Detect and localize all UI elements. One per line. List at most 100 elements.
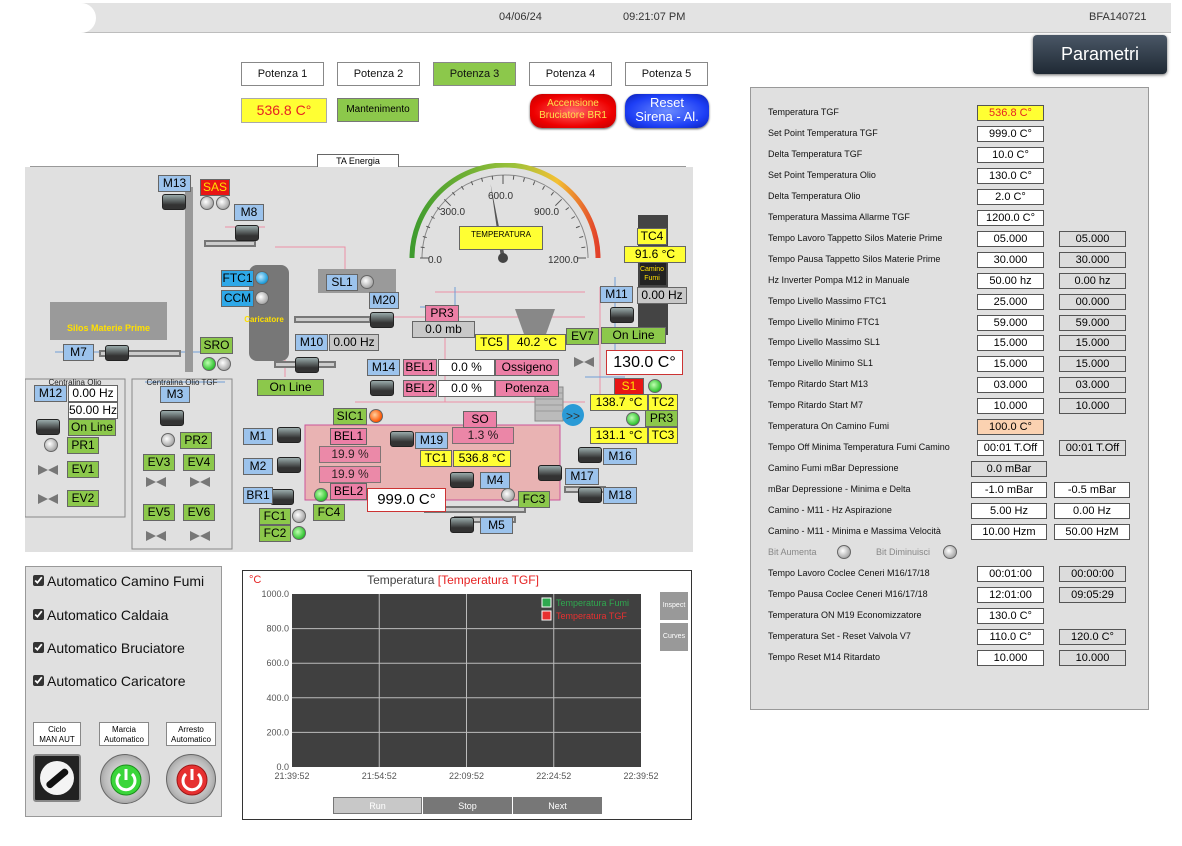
label-ev6: EV6 — [183, 504, 215, 521]
checkbox-camino-fumi[interactable]: Automatico Camino Fumi — [33, 573, 204, 589]
checkbox-caricatore[interactable]: Automatico Caricatore — [33, 673, 186, 689]
reset-sirena-button[interactable]: Reset Sirena - Al. — [625, 94, 709, 128]
motor-m7-icon[interactable] — [105, 345, 129, 361]
motor-m13-icon[interactable] — [162, 194, 186, 210]
gauge-tick-mark — [542, 185, 545, 190]
parametri-value1-9[interactable]: 25.000 — [977, 293, 1044, 310]
motor-m10-icon[interactable] — [295, 357, 319, 373]
label-tc5: TC5 — [475, 334, 508, 351]
parametri-value1-8[interactable]: 50.00 hz — [977, 272, 1044, 289]
parametri-value1-4[interactable]: 2.0 C° — [977, 188, 1044, 205]
motor-m14-icon[interactable] — [370, 380, 394, 396]
parametri2-value1-2[interactable]: 130.0 C° — [977, 607, 1044, 624]
potenza-3-button[interactable]: Potenza 3 — [433, 62, 516, 86]
parametri-label-14: Tempo Ritardo Start M7 — [768, 400, 864, 411]
pr3-value: 0.0 mb — [412, 321, 475, 338]
label-m16: M16 — [603, 448, 637, 465]
checkbox-bruciatore[interactable]: Automatico Bruciatore — [33, 640, 185, 656]
motor-m8-icon[interactable] — [235, 225, 259, 241]
label-bel1b: BEL1 — [330, 428, 367, 445]
motor-m5-icon[interactable] — [450, 517, 474, 533]
checkbox-caldaia-input[interactable] — [33, 609, 44, 620]
motor-m3-icon[interactable] — [160, 410, 184, 426]
motor-m4-icon[interactable] — [450, 472, 474, 488]
parametri-value1-12[interactable]: 15.000 — [977, 356, 1044, 373]
tc4-value: 91.6 °C — [624, 246, 686, 263]
parametri2-value1-3[interactable]: 110.0 C° — [977, 628, 1044, 645]
parametri-value1-7[interactable]: 30.000 — [977, 251, 1044, 268]
valve-ev5-icon[interactable] — [145, 529, 167, 543]
parametri-value1-10[interactable]: 59.000 — [977, 314, 1044, 331]
checkbox-caricatore-input[interactable] — [33, 675, 44, 686]
parametri-value1-18[interactable]: -1.0 mBar — [971, 482, 1047, 499]
power-green-icon — [110, 764, 142, 796]
parametri-value1-0[interactable]: 536.8 C° — [977, 105, 1044, 121]
parametri-value2-20[interactable]: 50.00 HzM — [1054, 524, 1130, 540]
parametri-label-9: Tempo Livello Massimo FTC1 — [768, 295, 887, 306]
motor-m20-icon[interactable] — [370, 312, 394, 328]
label-sro: SRO — [200, 337, 233, 354]
potenza-4-button[interactable]: Potenza 4 — [529, 62, 612, 86]
man-aut-selector-switch[interactable] — [33, 754, 81, 802]
parametri2-label-2: Temperatura ON M19 Economizzatore — [768, 609, 922, 620]
curves-button[interactable]: Curves — [660, 623, 688, 651]
potenza-1-button[interactable]: Potenza 1 — [241, 62, 324, 86]
valve-ev2-icon[interactable] — [37, 492, 59, 506]
parametri2-value1-4[interactable]: 10.000 — [977, 649, 1044, 666]
parametri-value2-19[interactable]: 0.00 Hz — [1054, 503, 1130, 520]
accensione-bruciatore-button[interactable]: Accensione Bruciatore BR1 — [530, 94, 616, 128]
valve-ev4-icon[interactable] — [189, 475, 211, 489]
parametri-button[interactable]: Parametri — [1033, 35, 1167, 74]
valve-ev6-icon[interactable] — [189, 529, 211, 543]
checkbox-caldaia[interactable]: Automatico Caldaia — [33, 607, 168, 623]
parametri-value2-18[interactable]: -0.5 mBar — [1054, 482, 1130, 499]
motor-m11-icon[interactable] — [610, 307, 634, 323]
parametri2-value1-1[interactable]: 12:01:00 — [977, 586, 1044, 603]
valve-ev3-icon[interactable] — [145, 475, 167, 489]
motor-m19-icon[interactable] — [390, 431, 414, 447]
parametri-value1-16[interactable]: 00:01 T.Off — [977, 440, 1044, 457]
parametri-value1-5[interactable]: 1200.0 C° — [977, 209, 1044, 226]
potenza-2-button[interactable]: Potenza 2 — [337, 62, 420, 86]
parametri-value1-19[interactable]: 5.00 Hz — [971, 503, 1047, 520]
header-date: 04/06/24 — [499, 11, 542, 23]
parametri-value1-1[interactable]: 999.0 C° — [977, 125, 1044, 142]
inspect-button[interactable]: Inspect — [660, 592, 688, 620]
chart-xtick-label: 22:09:52 — [449, 771, 484, 781]
parametri-label-5: Temperatura Massima Allarme TGF — [768, 211, 910, 222]
chart-plot[interactable]: 1000.0800.0600.0400.0200.00.021:39:52 21:… — [243, 571, 693, 821]
parametri-value1-15[interactable]: 100.0 C° — [977, 419, 1044, 436]
fc1-indicator-icon — [292, 509, 306, 523]
motor-m17-icon[interactable] — [538, 465, 562, 481]
parametri-value1-13[interactable]: 03.000 — [977, 377, 1044, 394]
arresto-automatico-button[interactable] — [166, 754, 216, 804]
marcia-automatico-button[interactable] — [100, 754, 150, 804]
motor-m16-icon[interactable] — [578, 447, 602, 463]
checkbox-bruciatore-input[interactable] — [33, 642, 44, 653]
power-red-icon — [176, 764, 208, 796]
run-button[interactable]: Run — [333, 797, 422, 814]
checkbox-camino-fumi-input[interactable] — [33, 575, 44, 586]
valve-ev7-icon[interactable] — [573, 355, 595, 369]
motor-m18-icon[interactable] — [578, 487, 602, 503]
ccm-indicator-icon — [255, 291, 269, 305]
motor-m12-icon[interactable] — [36, 419, 60, 435]
next-button[interactable]: Next — [513, 797, 602, 814]
parametri-value1-14[interactable]: 10.000 — [977, 398, 1044, 415]
on-line-m10: On Line — [257, 379, 324, 396]
motor-m2-icon[interactable] — [277, 457, 301, 473]
parametri-value1-3[interactable]: 130.0 C° — [977, 167, 1044, 184]
parametri-value1-2[interactable]: 10.0 C° — [977, 146, 1044, 163]
tc1-value: 536.8 °C — [453, 450, 511, 467]
stop-button[interactable]: Stop — [423, 797, 512, 814]
parametri-value2-13: 03.000 — [1059, 377, 1126, 394]
valve-ev1-icon[interactable] — [37, 463, 59, 477]
potenza-5-button[interactable]: Potenza 5 — [625, 62, 708, 86]
parametri-value1-6[interactable]: 05.000 — [977, 230, 1044, 247]
motor-m1-icon[interactable] — [277, 427, 301, 443]
parametri-value1-20[interactable]: 10.00 Hzm — [971, 524, 1047, 540]
motor-br1-icon[interactable] — [270, 489, 294, 505]
m11-value: 0.00 Hz — [637, 287, 687, 304]
parametri-value1-11[interactable]: 15.000 — [977, 335, 1044, 352]
parametri2-value1-0[interactable]: 00:01:00 — [977, 565, 1044, 582]
